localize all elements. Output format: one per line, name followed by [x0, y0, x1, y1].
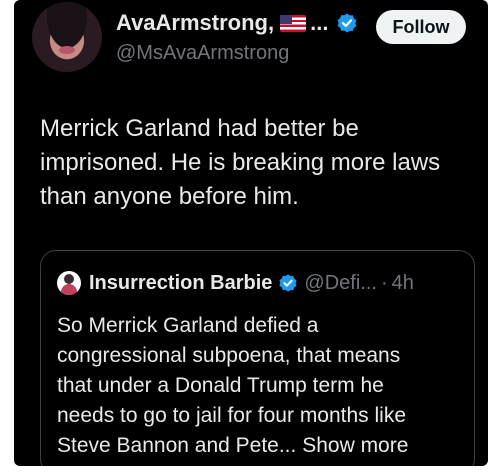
quoted-author-avatar[interactable]: [57, 271, 81, 295]
show-more-link[interactable]: Show more: [302, 434, 408, 457]
quoted-text-line: that under a Donald Trump term he: [57, 374, 384, 397]
author-avatar[interactable]: [32, 2, 102, 72]
tweet-text-line: than anyone before him.: [40, 183, 299, 210]
quoted-text-line: Steve Bannon and Pete... Show more: [57, 431, 467, 461]
us-flag-icon: [280, 14, 307, 32]
tweet-text: Merrick Garland had better be imprisoned…: [40, 112, 480, 214]
screenshot-frame: AvaArmstrong, ... @MsAvaArmstrong Follow…: [0, 0, 500, 472]
tweet-card: AvaArmstrong, ... @MsAvaArmstrong Follow…: [14, 0, 488, 466]
avatar-lips: [59, 46, 75, 54]
quoted-text-line: congressional subpoena, that means: [57, 344, 401, 367]
tweet-text-line: Merrick Garland had better be: [40, 115, 359, 142]
avatar-hair: [32, 2, 102, 72]
author-name-row[interactable]: AvaArmstrong, ...: [116, 8, 358, 38]
quoted-text-line: So Merrick Garland defied a: [57, 314, 319, 337]
verified-badge-icon: [279, 274, 297, 292]
follow-button[interactable]: Follow: [376, 10, 466, 44]
verified-badge-icon: [338, 13, 357, 33]
tweet-text-line: imprisoned. He is breaking more laws: [40, 149, 441, 176]
quoted-author-name[interactable]: Insurrection Barbie: [89, 272, 272, 295]
time-separator: ·: [380, 271, 388, 294]
quoted-tweet-timestamp[interactable]: 4h: [392, 272, 414, 295]
author-display-name[interactable]: AvaArmstrong,: [116, 10, 274, 36]
quoted-text-fragment: Steve Bannon and Pete...: [57, 434, 297, 457]
quoted-text-line: needs to go to jail for four months like: [57, 404, 407, 427]
quoted-tweet[interactable]: Insurrection Barbie @Defi... · 4h So Mer…: [40, 250, 475, 466]
name-truncation-ellipsis: ...: [310, 10, 329, 35]
quoted-tweet-header: Insurrection Barbie @Defi... · 4h: [57, 271, 414, 295]
author-handle[interactable]: @MsAvaArmstrong: [116, 42, 289, 65]
quoted-tweet-text: So Merrick Garland defied a congressiona…: [57, 311, 467, 461]
quoted-author-handle[interactable]: @Defi...: [304, 272, 377, 295]
